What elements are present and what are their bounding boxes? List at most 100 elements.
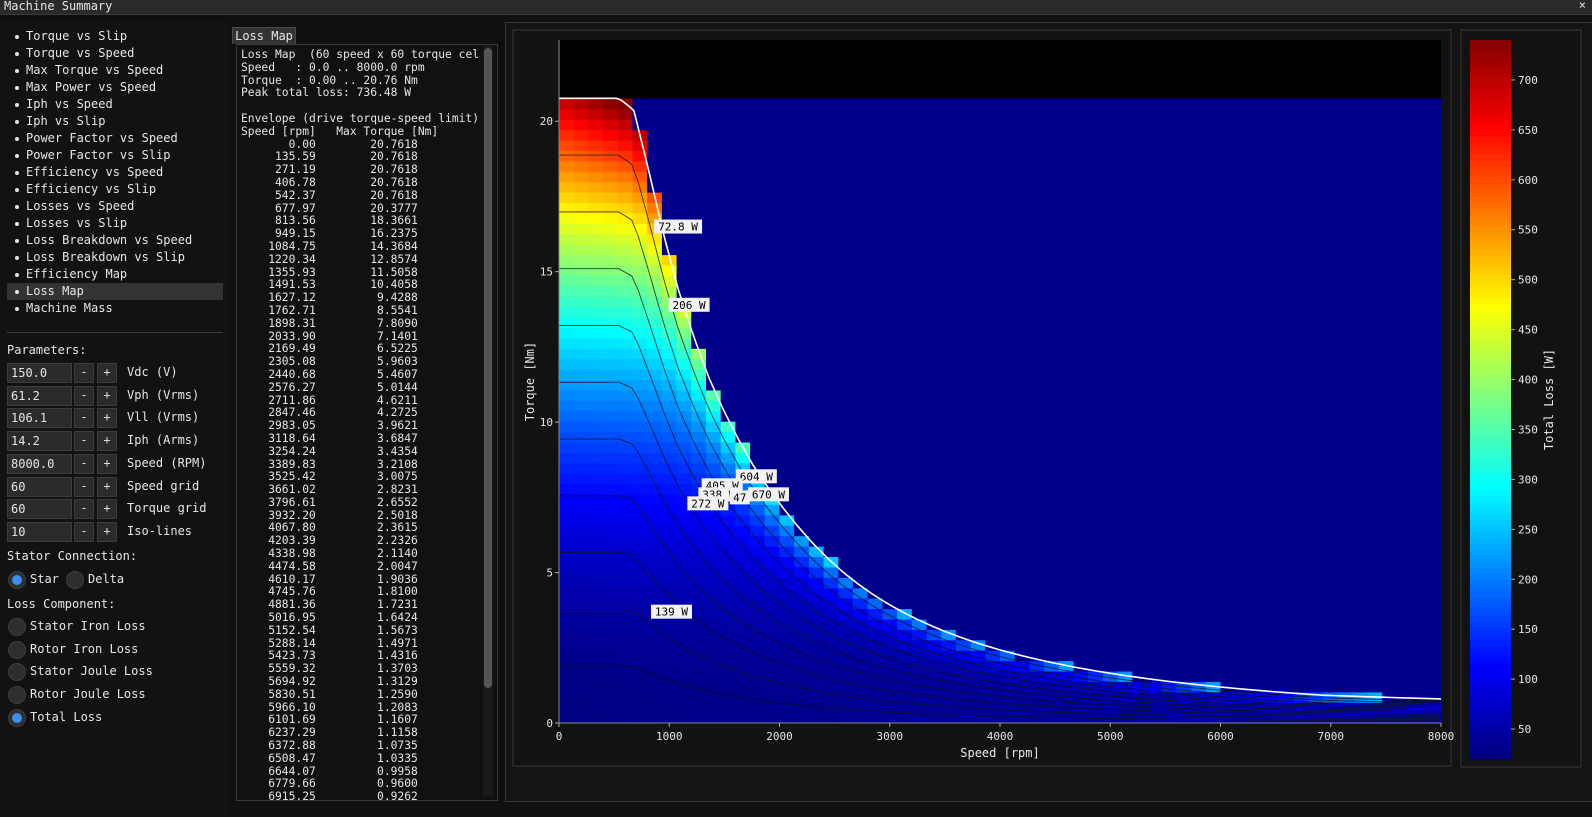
bullet-icon bbox=[15, 221, 19, 226]
radio-label: Delta bbox=[88, 572, 125, 586]
nav-item-efficiency-map[interactable]: Efficiency Map bbox=[7, 266, 223, 283]
nav-item-efficiency-vs-slip[interactable]: Efficiency vs Slip bbox=[7, 181, 223, 198]
vph-vrms-increment-button[interactable]: + bbox=[97, 385, 117, 406]
divider bbox=[7, 332, 223, 333]
vdc-v-decrement-button[interactable]: - bbox=[74, 363, 94, 383]
param-row: 60- + Torque grid bbox=[7, 499, 227, 520]
radio-label: Rotor Iron Loss bbox=[30, 641, 139, 656]
nav-item-loss-map[interactable]: Loss Map bbox=[7, 283, 223, 300]
nav-item-label: Iph vs Speed bbox=[26, 97, 113, 111]
nav-item-label: Losses vs Slip bbox=[26, 216, 128, 230]
nav-item-machine-mass[interactable]: Machine Mass bbox=[7, 300, 223, 317]
plot-selector-list: Torque vs Slip Torque vs Speed Max Torque … bbox=[7, 28, 223, 317]
nav-item-loss-breakdown-vs-slip[interactable]: Loss Breakdown vs Slip bbox=[7, 249, 223, 266]
radio-circle-icon bbox=[8, 640, 26, 659]
nav-item-label: Power Factor vs Speed bbox=[26, 131, 178, 145]
param-row: 61.2- + Vph (Vrms) bbox=[7, 385, 227, 406]
vdc-v-input[interactable]: 150.0 bbox=[7, 363, 72, 383]
iso-lines-decrement-button[interactable]: - bbox=[74, 521, 94, 542]
scrollbar-thumb[interactable] bbox=[484, 48, 492, 688]
loss-map-text-output[interactable]: Loss Map (60 speed x 60 torque cel Speed… bbox=[236, 44, 498, 801]
param-row: 14.2- + Iph (Arms) bbox=[7, 431, 227, 452]
iph-arms-input[interactable]: 14.2 bbox=[7, 431, 72, 452]
torque-grid-input[interactable]: 60 bbox=[7, 499, 72, 520]
nav-item-label: Efficiency Map bbox=[26, 267, 128, 281]
bullet-icon bbox=[15, 68, 19, 73]
torque-grid-increment-button[interactable]: + bbox=[97, 499, 117, 520]
nav-item-label: Efficiency vs Slip bbox=[26, 182, 157, 196]
torque-grid-decrement-button[interactable]: - bbox=[74, 499, 94, 520]
nav-item-torque-vs-slip[interactable]: Torque vs Slip bbox=[7, 28, 223, 45]
bullet-icon bbox=[15, 170, 19, 175]
speed-grid-decrement-button[interactable]: - bbox=[74, 476, 94, 497]
speed-rpm-label: Speed (RPM) bbox=[127, 455, 207, 470]
nav-item-label: Machine Mass bbox=[26, 301, 113, 315]
radio-label: Star bbox=[30, 572, 59, 586]
nav-item-label: Efficiency vs Speed bbox=[26, 165, 164, 179]
nav-item-efficiency-vs-speed[interactable]: Efficiency vs Speed bbox=[7, 164, 223, 181]
text-output-scrollbar[interactable] bbox=[483, 46, 493, 796]
bullet-icon bbox=[15, 306, 19, 311]
vll-vrms-decrement-button[interactable]: - bbox=[74, 408, 94, 429]
iso-lines-label: Iso-lines bbox=[127, 523, 193, 538]
vph-vrms-input[interactable]: 61.2 bbox=[7, 385, 72, 406]
speed-rpm-increment-button[interactable]: + bbox=[97, 453, 117, 474]
bullet-icon bbox=[15, 34, 19, 39]
iso-lines-input[interactable]: 10 bbox=[7, 521, 72, 542]
speed-rpm-decrement-button[interactable]: - bbox=[74, 453, 94, 474]
loss-component-heading: Loss Component: bbox=[7, 597, 116, 611]
speed-rpm-input[interactable]: 8000.0 bbox=[7, 453, 72, 474]
torque-grid-label: Torque grid bbox=[127, 501, 207, 516]
nav-item-torque-vs-speed[interactable]: Torque vs Speed bbox=[7, 45, 223, 62]
param-row: 106.1- + Vll (Vrms) bbox=[7, 408, 227, 429]
iso-lines-increment-button[interactable]: + bbox=[97, 521, 117, 542]
window-title: Machine Summary bbox=[4, 0, 113, 13]
nav-item-loss-breakdown-vs-speed[interactable]: Loss Breakdown vs Speed bbox=[7, 232, 223, 249]
nav-item-label: Torque vs Speed bbox=[26, 46, 135, 60]
bullet-icon bbox=[15, 255, 19, 260]
iph-arms-increment-button[interactable]: + bbox=[97, 431, 117, 452]
close-icon[interactable]: × bbox=[1579, 0, 1586, 12]
nav-item-max-power-vs-speed[interactable]: Max Power vs Speed bbox=[7, 79, 223, 96]
nav-item-power-factor-vs-slip[interactable]: Power Factor vs Slip bbox=[7, 147, 223, 164]
nav-item-label: Loss Breakdown vs Slip bbox=[26, 250, 185, 264]
radio-label: Rotor Joule Loss bbox=[30, 687, 146, 702]
nav-item-max-torque-vs-speed[interactable]: Max Torque vs Speed bbox=[7, 62, 223, 79]
param-row: 150.0- + Vdc (V) bbox=[7, 363, 227, 383]
bullet-icon bbox=[15, 204, 19, 209]
bullet-icon bbox=[15, 289, 19, 294]
nav-item-power-factor-vs-speed[interactable]: Power Factor vs Speed bbox=[7, 130, 223, 147]
parameters-heading: Parameters: bbox=[7, 343, 87, 357]
nav-item-iph-vs-slip[interactable]: Iph vs Slip bbox=[7, 113, 223, 130]
bullet-icon bbox=[15, 102, 19, 107]
speed-grid-input[interactable]: 60 bbox=[7, 476, 72, 497]
tab-loss-map[interactable]: Loss Map bbox=[232, 27, 296, 44]
vph-vrms-label: Vph (Vrms) bbox=[127, 387, 200, 402]
iph-arms-label: Iph (Arms) bbox=[127, 433, 200, 448]
radio-label: Total Loss bbox=[30, 709, 103, 724]
param-row: 60- + Speed grid bbox=[7, 476, 227, 497]
radio-circle-icon bbox=[8, 708, 26, 727]
nav-item-label: Iph vs Slip bbox=[26, 114, 106, 128]
nav-item-losses-vs-speed[interactable]: Losses vs Speed bbox=[7, 198, 223, 215]
iph-arms-decrement-button[interactable]: - bbox=[74, 431, 94, 452]
bullet-icon bbox=[15, 153, 19, 158]
nav-item-label: Losses vs Speed bbox=[26, 199, 135, 213]
bullet-icon bbox=[15, 119, 19, 124]
vdc-v-increment-button[interactable]: + bbox=[97, 363, 117, 383]
radio-circle-icon bbox=[66, 571, 84, 589]
vll-vrms-input[interactable]: 106.1 bbox=[7, 408, 72, 429]
text-output-content: Loss Map (60 speed x 60 torque cel Speed… bbox=[241, 48, 480, 801]
vll-vrms-increment-button[interactable]: + bbox=[97, 408, 117, 429]
vll-vrms-label: Vll (Vrms) bbox=[127, 410, 200, 425]
radio-circle-icon bbox=[8, 571, 26, 589]
nav-item-iph-vs-speed[interactable]: Iph vs Speed bbox=[7, 96, 223, 113]
vph-vrms-decrement-button[interactable]: - bbox=[74, 385, 94, 406]
speed-grid-increment-button[interactable]: + bbox=[97, 476, 117, 497]
bullet-icon bbox=[15, 85, 19, 90]
param-row: 8000.0- + Speed (RPM) bbox=[7, 453, 227, 474]
nav-item-losses-vs-slip[interactable]: Losses vs Slip bbox=[7, 215, 223, 232]
nav-item-label: Torque vs Slip bbox=[26, 29, 128, 43]
stator-connection-heading: Stator Connection: bbox=[7, 549, 138, 563]
radio-label: Stator Joule Loss bbox=[30, 664, 153, 679]
